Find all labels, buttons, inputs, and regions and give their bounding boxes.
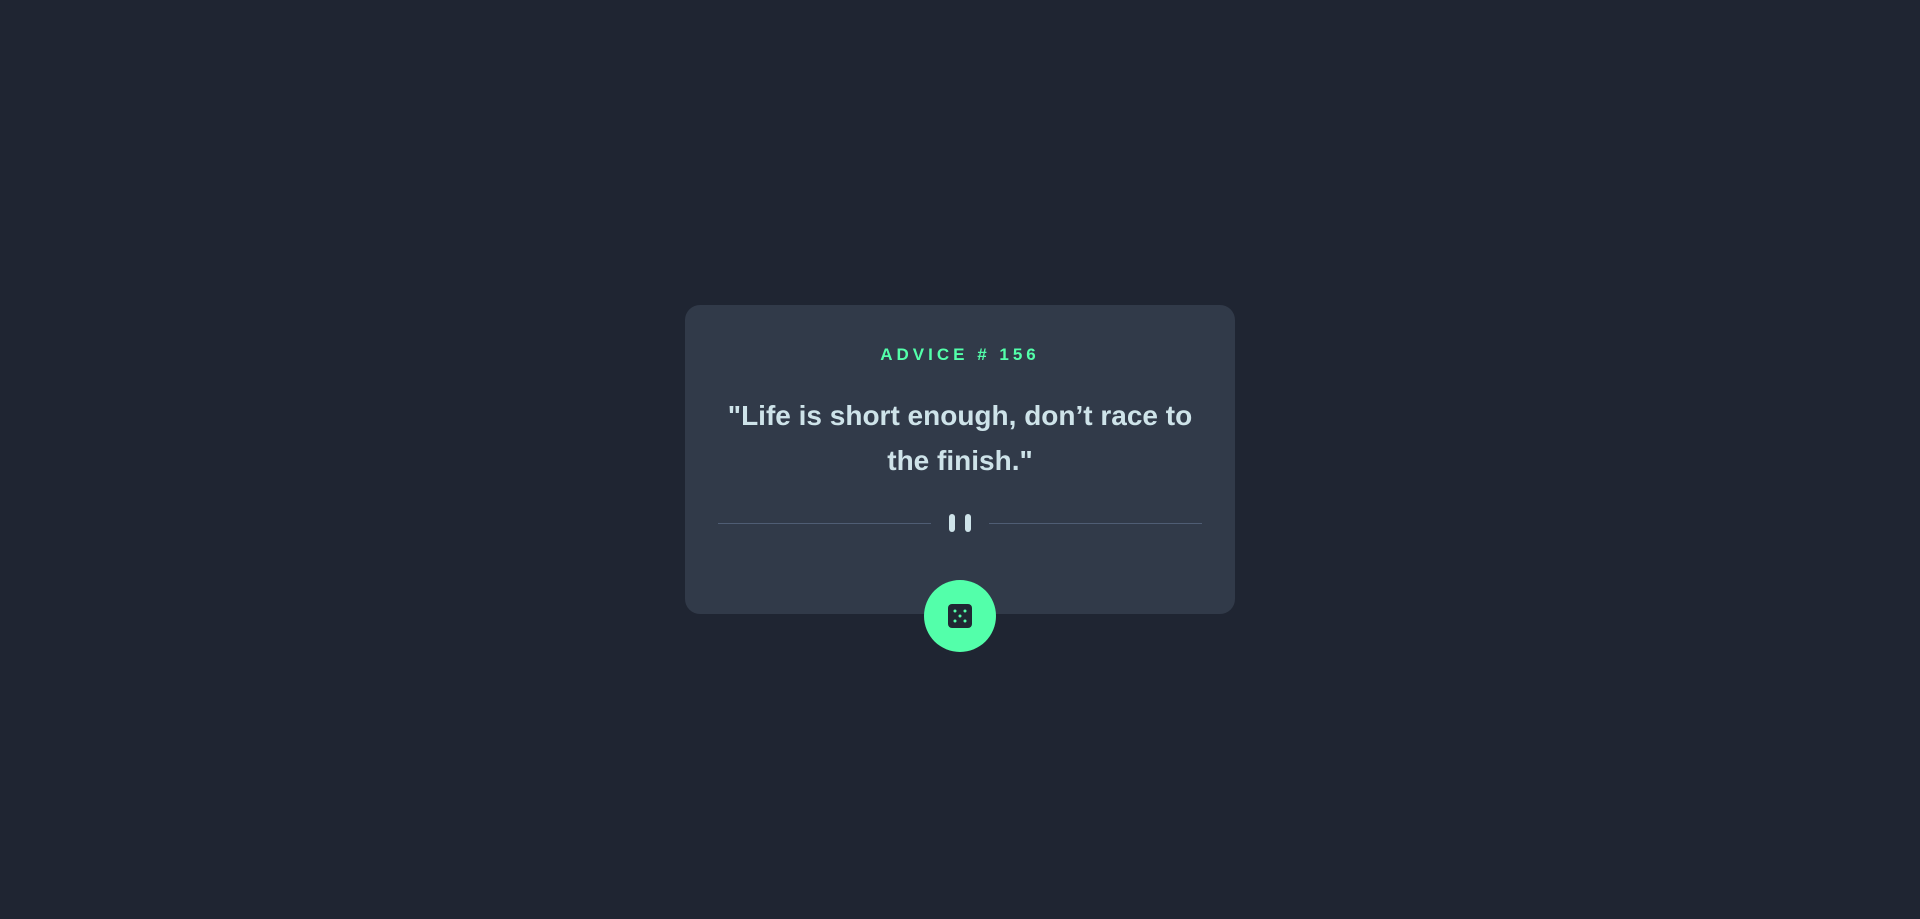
divider [718,514,1202,532]
advice-number: ADVICE # 156 [880,345,1040,364]
dice-button[interactable] [924,580,996,652]
dice-icon [948,604,972,628]
pause-bar-left [949,514,955,532]
pause-icon [949,514,971,532]
page: ADVICE # 156 "Life is short enough, don’… [0,0,1920,919]
divider-line-right [989,522,1202,524]
pause-bar-right [965,514,971,532]
advice-card: ADVICE # 156 "Life is short enough, don’… [685,305,1235,614]
advice-quote: "Life is short enough, don’t race to the… [727,400,1193,476]
divider-line-left [718,522,931,524]
